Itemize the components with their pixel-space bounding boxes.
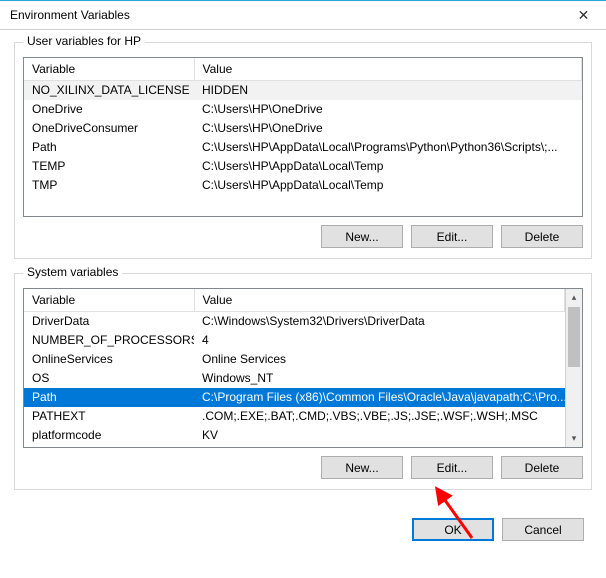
table-row[interactable]: Path C:\Users\HP\AppData\Local\Programs\…	[24, 138, 582, 157]
var-value: C:\Windows\System32\Drivers\DriverData	[194, 312, 565, 331]
var-name: OneDriveConsumer	[24, 119, 194, 138]
titlebar: Environment Variables ✕	[0, 0, 606, 30]
var-value: Windows_NT	[194, 369, 565, 388]
table-row[interactable]: platformcode KV	[24, 426, 565, 445]
close-icon: ✕	[578, 7, 590, 24]
var-value: C:\Users\HP\OneDrive	[194, 100, 582, 119]
var-name: NUMBER_OF_PROCESSORS	[24, 331, 194, 350]
system-variables-table[interactable]: Variable Value DriverData C:\Windows\Sys…	[24, 289, 565, 445]
var-value: C:\Users\HP\OneDrive	[194, 119, 582, 138]
dialog-content: User variables for HP Variable Value NO_…	[0, 30, 606, 514]
close-button[interactable]: ✕	[561, 1, 606, 29]
var-value: KV	[194, 426, 565, 445]
user-variables-table-wrap: Variable Value NO_XILINX_DATA_LICENSE HI…	[23, 57, 583, 217]
table-row[interactable]: PATHEXT .COM;.EXE;.BAT;.CMD;.VBS;.VBE;.J…	[24, 407, 565, 426]
table-row-selected[interactable]: Path C:\Program Files (x86)\Common Files…	[24, 388, 565, 407]
system-delete-button[interactable]: Delete	[501, 456, 583, 479]
var-name: Path	[24, 388, 194, 407]
user-variables-group: User variables for HP Variable Value NO_…	[14, 42, 592, 259]
user-buttons: New... Edit... Delete	[23, 225, 583, 248]
table-row[interactable]: OneDriveConsumer C:\Users\HP\OneDrive	[24, 119, 582, 138]
table-row[interactable]: NO_XILINX_DATA_LICENSE HIDDEN	[24, 81, 582, 100]
system-col-variable[interactable]: Variable	[24, 289, 194, 312]
table-row[interactable]: OnlineServices Online Services	[24, 350, 565, 369]
system-variables-group: System variables Variable Value DriverDa…	[14, 273, 592, 490]
system-group-label: System variables	[23, 265, 122, 279]
scroll-thumb[interactable]	[568, 307, 580, 367]
user-edit-button[interactable]: Edit...	[411, 225, 493, 248]
user-delete-button[interactable]: Delete	[501, 225, 583, 248]
var-name: DriverData	[24, 312, 194, 331]
var-name: platformcode	[24, 426, 194, 445]
ok-button[interactable]: OK	[412, 518, 494, 541]
var-name: PATHEXT	[24, 407, 194, 426]
var-name: OS	[24, 369, 194, 388]
cancel-button[interactable]: Cancel	[502, 518, 584, 541]
system-variables-table-wrap: Variable Value DriverData C:\Windows\Sys…	[23, 288, 583, 448]
var-value: C:\Users\HP\AppData\Local\Temp	[194, 176, 582, 195]
system-buttons: New... Edit... Delete	[23, 456, 583, 479]
var-name: OneDrive	[24, 100, 194, 119]
system-scrollbar[interactable]: ▴ ▾	[565, 289, 582, 447]
dialog-footer: OK Cancel	[0, 514, 606, 551]
var-value: C:\Users\HP\AppData\Local\Programs\Pytho…	[194, 138, 582, 157]
user-col-variable[interactable]: Variable	[24, 58, 194, 81]
var-value: 4	[194, 331, 565, 350]
window-title: Environment Variables	[10, 8, 130, 22]
var-value: C:\Users\HP\AppData\Local\Temp	[194, 157, 582, 176]
table-row[interactable]: DriverData C:\Windows\System32\Drivers\D…	[24, 312, 565, 331]
table-row[interactable]: OS Windows_NT	[24, 369, 565, 388]
user-new-button[interactable]: New...	[321, 225, 403, 248]
user-variables-table[interactable]: Variable Value NO_XILINX_DATA_LICENSE HI…	[24, 58, 582, 195]
var-value: .COM;.EXE;.BAT;.CMD;.VBS;.VBE;.JS;.JSE;.…	[194, 407, 565, 426]
var-name: Path	[24, 138, 194, 157]
system-new-button[interactable]: New...	[321, 456, 403, 479]
table-row[interactable]: NUMBER_OF_PROCESSORS 4	[24, 331, 565, 350]
table-row[interactable]: TMP C:\Users\HP\AppData\Local\Temp	[24, 176, 582, 195]
table-row[interactable]: OneDrive C:\Users\HP\OneDrive	[24, 100, 582, 119]
system-edit-button[interactable]: Edit...	[411, 456, 493, 479]
var-name: OnlineServices	[24, 350, 194, 369]
var-name: TMP	[24, 176, 194, 195]
scroll-down-icon[interactable]: ▾	[566, 430, 582, 447]
user-col-value[interactable]: Value	[194, 58, 582, 81]
scroll-up-icon[interactable]: ▴	[566, 289, 582, 306]
var-value: Online Services	[194, 350, 565, 369]
system-col-value[interactable]: Value	[194, 289, 565, 312]
var-name: NO_XILINX_DATA_LICENSE	[24, 81, 194, 100]
var-value: C:\Program Files (x86)\Common Files\Orac…	[194, 388, 565, 407]
user-group-label: User variables for HP	[23, 34, 145, 48]
table-row[interactable]: TEMP C:\Users\HP\AppData\Local\Temp	[24, 157, 582, 176]
var-name: TEMP	[24, 157, 194, 176]
var-value: HIDDEN	[194, 81, 582, 100]
